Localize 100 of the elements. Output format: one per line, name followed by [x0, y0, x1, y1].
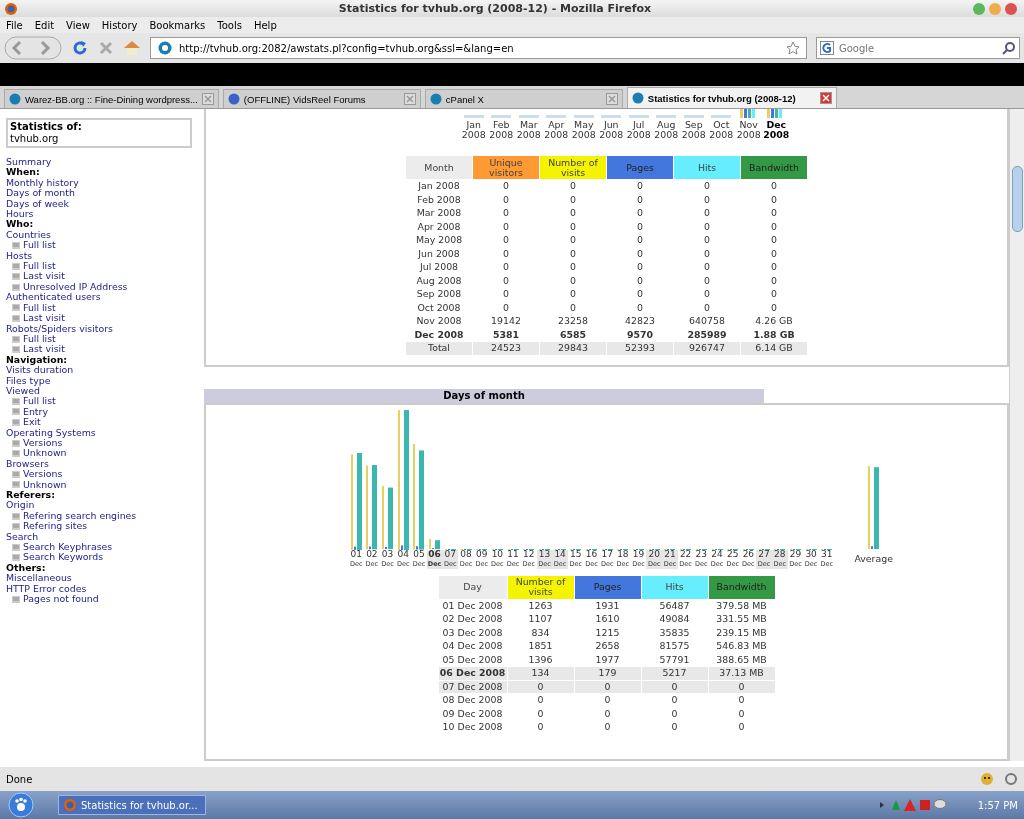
reload-icon[interactable] — [71, 39, 89, 57]
search-field[interactable]: Google — [816, 37, 1020, 59]
table-cell-text: 0 — [569, 301, 577, 314]
sidebar-link[interactable]: Origin — [6, 500, 35, 511]
menu-item[interactable]: File — [6, 19, 23, 31]
menu-item[interactable]: Edit — [34, 19, 55, 31]
taskbar-button[interactable]: Statistics for tvhub.or... — [58, 795, 206, 815]
table-cell-text: Aug 2008 — [415, 274, 463, 287]
table-cell: 06 Dec 2008 — [438, 667, 507, 680]
sidebar-link[interactable]: Hours — [6, 209, 34, 220]
sidebar-link[interactable]: Full list — [23, 396, 56, 407]
sidebar-link[interactable]: Refering sites — [23, 521, 88, 532]
table-cell-text: 640758 — [688, 315, 726, 328]
sidebar-link[interactable]: Authenticated users — [6, 292, 101, 303]
stop-icon[interactable] — [98, 40, 114, 56]
star-icon[interactable] — [786, 41, 800, 55]
table-cell-text: 0 — [569, 274, 577, 287]
table-cell-text: 01 Dec 2008 — [441, 599, 504, 612]
sidebar-link[interactable]: Files type — [6, 375, 51, 386]
table-cell-text: Jun 2008 — [416, 247, 461, 260]
table-cell-text: 0 — [569, 288, 577, 301]
table-cell: 926747 — [674, 342, 740, 355]
sidebar-link[interactable]: Last visit — [23, 271, 65, 282]
sidebar-link[interactable]: Days of month — [6, 188, 75, 199]
sidebar-link[interactable]: Summary — [6, 157, 52, 168]
table-cell-text: Nov 2008 — [415, 315, 463, 328]
table-cell-text: 0 — [770, 301, 778, 314]
sidebar-link[interactable]: Viewed — [6, 385, 40, 397]
scrollbar[interactable] — [1009, 109, 1024, 761]
sidebar-link[interactable]: Search — [6, 531, 39, 543]
table-cell-text: 0 — [737, 721, 746, 734]
table-cell-text: Sep 2008 — [415, 288, 463, 301]
close-icon[interactable] — [201, 93, 214, 105]
table-cell-text: 1107 — [527, 613, 554, 626]
sidebar-link[interactable]: Search Keywords — [23, 552, 104, 563]
back-forward-icon[interactable] — [4, 36, 62, 60]
sidebar-link[interactable]: Full list — [23, 240, 56, 251]
sidebar-link[interactable]: Full list — [23, 261, 56, 272]
sidebar-link[interactable]: Days of week — [6, 198, 70, 210]
sidebar-link[interactable]: Operating Systems — [6, 427, 96, 438]
month-label: Nov 2008 — [736, 120, 761, 140]
search-icon[interactable] — [1002, 41, 1016, 55]
table-cell-text: 0 — [569, 207, 577, 220]
close-icon[interactable] — [403, 93, 416, 105]
sidebar-link[interactable]: Browsers — [6, 458, 49, 470]
sidebar-link[interactable]: Unknown — [23, 479, 67, 490]
table-cell-text: 0 — [670, 721, 679, 734]
table-cell-text: Feb 2008 — [416, 193, 462, 206]
column-header: Unique visitors — [473, 156, 539, 179]
sidebar-link[interactable]: Versions — [23, 469, 63, 480]
close-icon[interactable] — [605, 93, 618, 105]
start-button-icon[interactable] — [6, 792, 36, 818]
table-cell-text: 1610 — [594, 613, 621, 626]
menu-item[interactable]: Tools — [217, 19, 242, 31]
sidebar-link[interactable]: Search Keyphrases — [23, 542, 113, 553]
sidebar-link[interactable]: Countries — [6, 229, 51, 241]
firefox-icon — [63, 798, 77, 812]
sidebar-link[interactable]: Unknown — [23, 448, 67, 459]
table-cell-text: 1215 — [594, 626, 621, 639]
sidebar-link[interactable]: Versions — [23, 437, 63, 449]
sidebar-link[interactable]: Full list — [23, 333, 56, 345]
sidebar-link[interactable]: Last visit — [23, 344, 65, 355]
home-icon[interactable] — [123, 40, 141, 56]
sidebar-link[interactable]: Entry — [23, 406, 48, 418]
window-controls-icon[interactable] — [972, 1, 1020, 16]
browser-tab[interactable]: Warez-BB.org :: Fine-Dining wordpress... — [4, 89, 219, 108]
list-icon — [12, 398, 20, 406]
sidebar-link[interactable]: HTTP Error codes — [6, 583, 87, 595]
section-heading: When: — [6, 167, 40, 178]
table-cell-text: 4.26 GB — [754, 315, 794, 328]
sidebar-link[interactable]: Monthly history — [6, 177, 79, 189]
column-header: Bandwidth — [741, 156, 807, 179]
address-field[interactable]: http://tvhub.org:2082/awstats.pl?config=tvhub.org&ssl=&lang=en — [150, 37, 807, 59]
list-icon — [12, 273, 20, 281]
sidebar-link[interactable]: Robots/Spiders visitors — [6, 323, 113, 334]
sidebar-link[interactable]: Visits duration — [6, 365, 74, 376]
sidebar-link[interactable]: Miscellaneous — [6, 573, 72, 584]
menu-item[interactable]: Help — [253, 19, 277, 31]
menu-item[interactable]: History — [101, 19, 138, 31]
sidebar-link[interactable]: Unresolved IP Address — [23, 281, 128, 293]
browser-tab[interactable]: (OFFLINE) VidsReel Forums — [222, 89, 421, 108]
table-cell-text: 0 — [502, 247, 510, 260]
table-cell-text: 0 — [770, 207, 778, 220]
browser-tab[interactable]: Statistics for tvhub.org (2008-12) — [626, 87, 837, 108]
table-cell-text: 56487 — [658, 599, 691, 612]
sidebar-link[interactable]: Refering search engines — [23, 510, 137, 522]
table-cell-text: 0 — [703, 180, 711, 193]
menu-item[interactable]: Bookmarks — [149, 19, 206, 31]
sidebar-link[interactable]: Full list — [23, 302, 56, 314]
sidebar-link[interactable]: Hosts — [6, 250, 33, 262]
sidebar-link[interactable]: Pages not found — [23, 594, 99, 605]
close-icon[interactable] — [819, 92, 832, 104]
search-engine-icon[interactable] — [820, 41, 834, 55]
tab-favicon-icon — [631, 92, 644, 104]
browser-tab[interactable]: cPanel X — [424, 89, 623, 108]
column-header: Day — [438, 575, 507, 599]
menu-item[interactable]: View — [66, 19, 90, 31]
table-cell-text: 0 — [502, 234, 510, 247]
sidebar-link[interactable]: Last visit — [23, 313, 65, 324]
sidebar-link[interactable]: Exit — [23, 417, 41, 428]
